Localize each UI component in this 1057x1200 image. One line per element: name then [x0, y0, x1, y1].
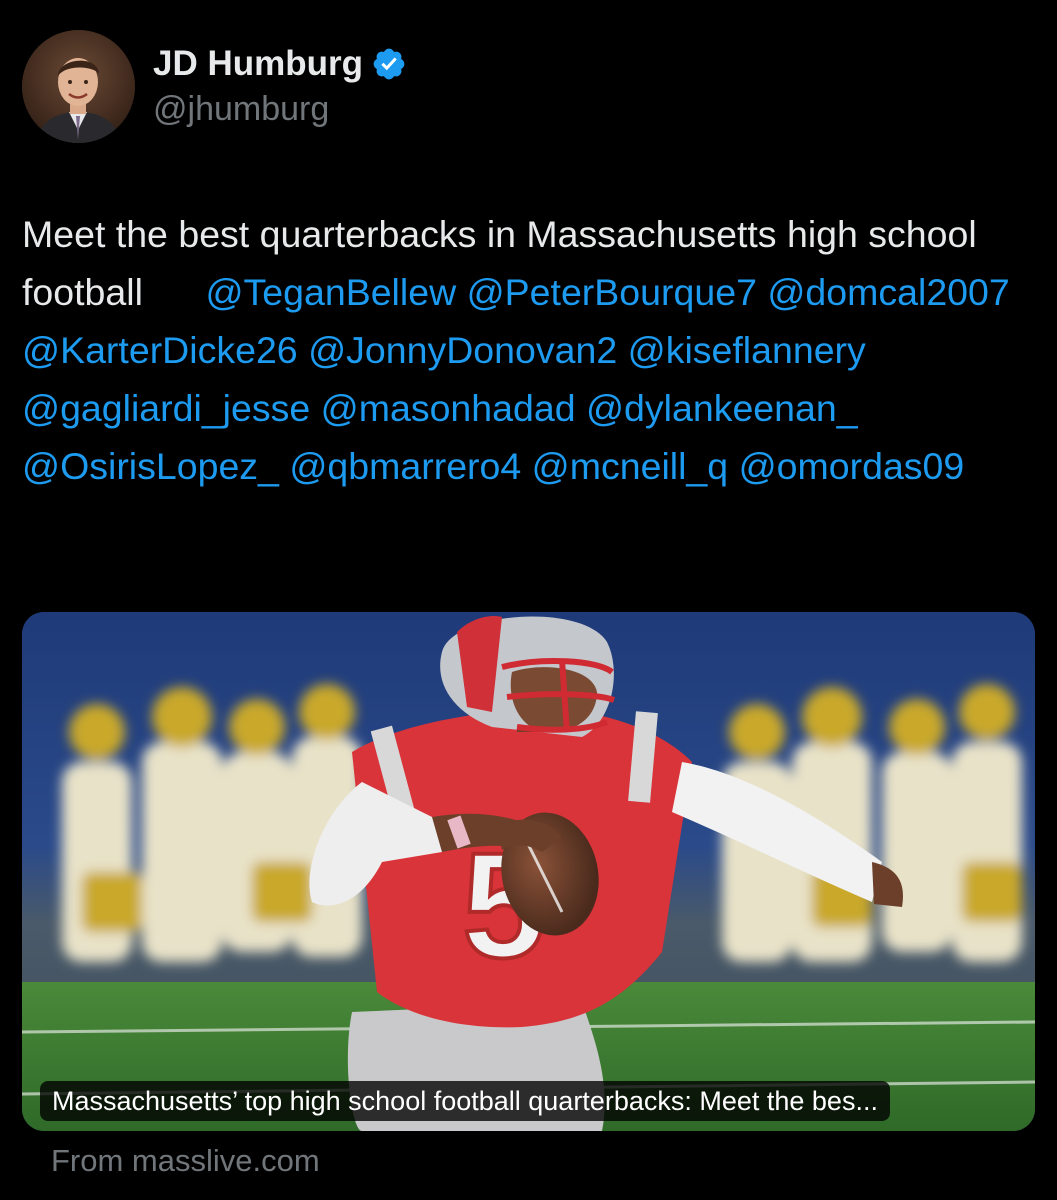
link-card-source[interactable]: From masslive.com [51, 1143, 320, 1179]
mention-link[interactable]: @omordas09 [739, 445, 965, 487]
author-display-name[interactable]: JD Humburg [153, 44, 363, 84]
mention-link[interactable]: @qbmarrero4 [289, 445, 521, 487]
tweet-text: Meet the best quarterbacks in Massachuse… [22, 205, 1032, 495]
mention-link[interactable]: @masonhadad [321, 387, 576, 429]
link-card-image: 5 [22, 612, 1035, 1131]
mention-link[interactable]: @gagliardi_jesse [22, 387, 310, 429]
link-card-caption: Massachusetts’ top high school football … [40, 1081, 890, 1121]
verified-badge-icon[interactable] [371, 46, 407, 82]
mention-link[interactable]: @OsirisLopez_ [22, 445, 279, 487]
tweet: JD Humburg @jhumburg Meet the best quart… [0, 0, 1057, 1200]
mention-link[interactable]: @domcal2007 [767, 271, 1009, 313]
mention-link[interactable]: @KarterDicke26 [22, 329, 298, 371]
mention-link[interactable]: @dylankeenan_ [586, 387, 858, 429]
mention-link[interactable]: @JonnyDonovan2 [308, 329, 617, 371]
mention-link[interactable]: @PeterBourque7 [467, 271, 757, 313]
link-card[interactable]: 5 Massachusetts’ top high school footbal… [22, 612, 1035, 1131]
author-avatar[interactable] [22, 30, 135, 143]
mention-link[interactable]: @TeganBellew [205, 271, 456, 313]
author-handle[interactable]: @jhumburg [153, 90, 407, 129]
mention-link[interactable]: @mcneill_q [532, 445, 728, 487]
mention-link[interactable]: @kiseflannery [628, 329, 866, 371]
avatar-photo [22, 30, 135, 143]
author-info: JD Humburg @jhumburg [153, 40, 407, 129]
author-name-row: JD Humburg [153, 40, 407, 88]
